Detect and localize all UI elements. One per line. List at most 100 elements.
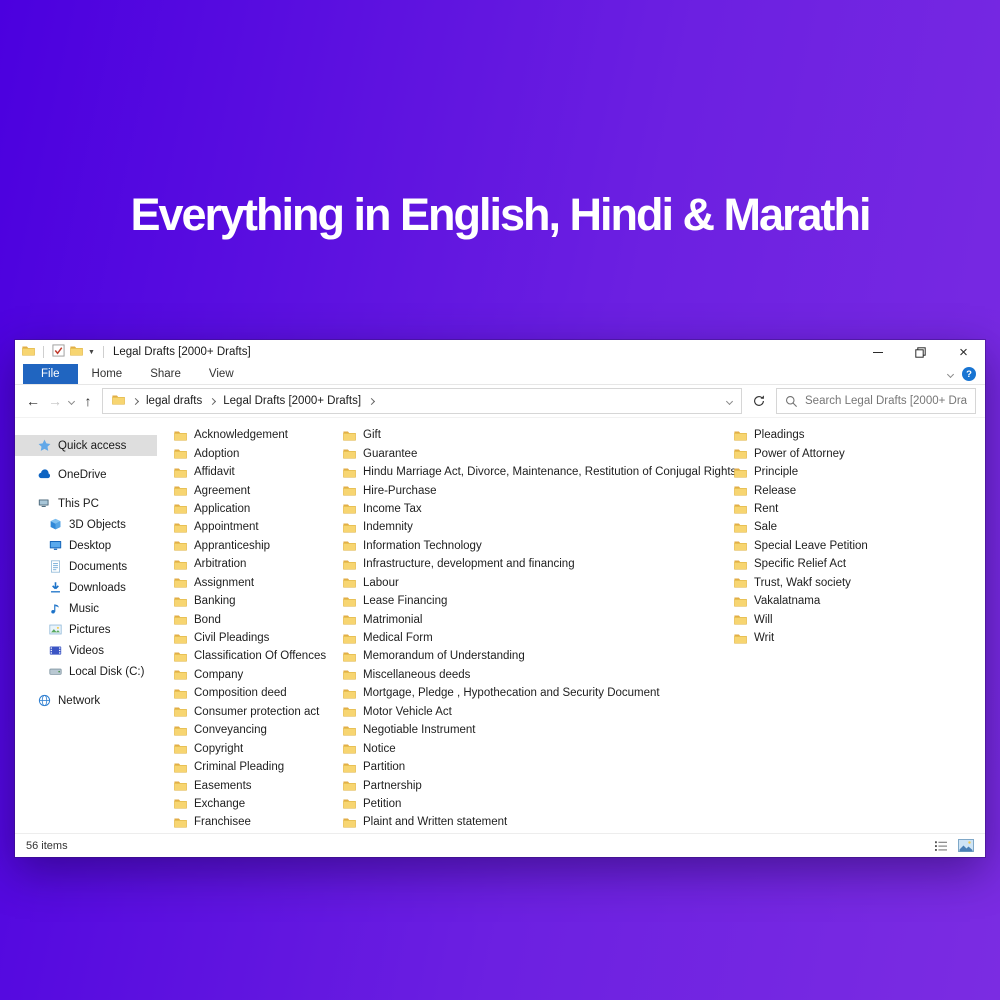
sidebar-item-local-disk[interactable]: Local Disk (C:) xyxy=(15,661,157,682)
up-button[interactable]: ↑ xyxy=(80,394,96,408)
breadcrumb-separator-icon[interactable] xyxy=(368,397,375,404)
qat-properties-icon[interactable] xyxy=(52,344,65,360)
folder-item[interactable]: Composition deed xyxy=(157,684,320,702)
folder-icon xyxy=(734,614,747,625)
details-view-icon[interactable] xyxy=(934,840,948,852)
folder-item[interactable]: Civil Pleadings xyxy=(157,629,320,647)
expand-ribbon-icon[interactable] xyxy=(947,370,954,377)
app-folder-icon[interactable] xyxy=(22,345,35,359)
restore-button[interactable] xyxy=(899,340,942,364)
breadcrumb-segment[interactable]: legal drafts xyxy=(146,395,202,407)
folder-item[interactable]: Franchisee xyxy=(157,813,320,831)
close-button[interactable]: × xyxy=(942,340,985,364)
address-bar[interactable]: legal drafts Legal Drafts [2000+ Drafts] xyxy=(102,388,742,414)
large-icons-view-icon[interactable] xyxy=(958,839,974,852)
folder-item[interactable]: Vakalatnama xyxy=(717,592,897,610)
folder-item[interactable]: Appranticeship xyxy=(157,537,320,555)
tab-file[interactable]: File xyxy=(23,364,78,384)
sidebar-item-desktop[interactable]: Desktop xyxy=(15,535,157,556)
folder-item[interactable]: Adoption xyxy=(157,444,320,462)
search-input[interactable] xyxy=(805,395,967,407)
breadcrumb-separator-icon[interactable] xyxy=(132,397,139,404)
address-dropdown-icon[interactable] xyxy=(726,397,733,404)
folder-item[interactable]: Copyright xyxy=(157,739,320,757)
sidebar-item-documents[interactable]: Documents xyxy=(15,556,157,577)
folder-item[interactable]: Hindu Marriage Act, Divorce, Maintenance… xyxy=(326,463,726,481)
folder-item[interactable]: Will xyxy=(717,610,897,628)
folder-item[interactable]: Lease Financing xyxy=(326,592,726,610)
help-icon[interactable]: ? xyxy=(962,367,976,381)
folder-item[interactable]: Pleadings xyxy=(717,426,897,444)
tab-home[interactable]: Home xyxy=(78,364,137,384)
breadcrumb-separator-icon[interactable] xyxy=(209,397,216,404)
folder-item[interactable]: Bond xyxy=(157,610,320,628)
folder-item[interactable]: Assignment xyxy=(157,574,320,592)
sidebar-item-downloads[interactable]: Downloads xyxy=(15,577,157,598)
folder-item[interactable]: Mortgage, Pledge , Hypothecation and Sec… xyxy=(326,684,726,702)
tab-share[interactable]: Share xyxy=(136,364,195,384)
folder-item[interactable]: Information Technology xyxy=(326,537,726,555)
folder-item[interactable]: Labour xyxy=(326,574,726,592)
folder-item[interactable]: Guarantee xyxy=(326,444,726,462)
folder-item[interactable]: Petition xyxy=(326,795,726,813)
folder-item[interactable]: Memorandum of Understanding xyxy=(326,647,726,665)
folder-item[interactable]: Negotiable Instrument xyxy=(326,721,726,739)
sidebar-item-videos[interactable]: Videos xyxy=(15,640,157,661)
folder-item[interactable]: Hire-Purchase xyxy=(326,481,726,499)
sidebar-item-3d-objects[interactable]: 3D Objects xyxy=(15,514,157,535)
folder-item[interactable]: Agreement xyxy=(157,481,320,499)
folder-item[interactable]: Plaint and Written statement xyxy=(326,813,726,831)
refresh-button[interactable] xyxy=(748,394,770,408)
sidebar-item-pictures[interactable]: Pictures xyxy=(15,619,157,640)
folder-item[interactable]: Conveyancing xyxy=(157,721,320,739)
folder-item[interactable]: Writ xyxy=(717,629,897,647)
sidebar-item-onedrive[interactable]: OneDrive xyxy=(15,464,157,485)
minimize-button[interactable] xyxy=(856,340,899,364)
folder-item[interactable]: Specific Relief Act xyxy=(717,555,897,573)
folder-item[interactable]: Criminal Pleading xyxy=(157,758,320,776)
folder-item[interactable]: Classification Of Offences xyxy=(157,647,320,665)
folder-icon xyxy=(343,485,356,496)
folder-item[interactable]: Rent xyxy=(717,500,897,518)
folder-item[interactable]: Indemnity xyxy=(326,518,726,536)
folder-item[interactable]: Notice xyxy=(326,739,726,757)
back-button[interactable]: ← xyxy=(25,394,41,408)
folder-item[interactable]: Banking xyxy=(157,592,320,610)
folder-item[interactable]: Sale xyxy=(717,518,897,536)
folder-item[interactable]: Exchange xyxy=(157,795,320,813)
qat-new-folder-icon[interactable] xyxy=(70,345,83,359)
folder-icon xyxy=(174,725,187,736)
folder-item[interactable]: Acknowledgement xyxy=(157,426,320,444)
folder-item[interactable]: Arbitration xyxy=(157,555,320,573)
folder-item[interactable]: Partition xyxy=(326,758,726,776)
sidebar-item-music[interactable]: Music xyxy=(15,598,157,619)
folder-item[interactable]: Special Leave Petition xyxy=(717,537,897,555)
folder-item[interactable]: Consumer protection act xyxy=(157,703,320,721)
folder-item[interactable]: Partnership xyxy=(326,776,726,794)
recent-locations-icon[interactable] xyxy=(68,397,75,404)
sidebar-item-quick-access[interactable]: Quick access xyxy=(15,435,157,456)
folder-item[interactable]: Income Tax xyxy=(326,500,726,518)
folder-item[interactable]: Principle xyxy=(717,463,897,481)
folder-item[interactable]: Motor Vehicle Act xyxy=(326,703,726,721)
search-box[interactable] xyxy=(776,388,976,414)
folder-item[interactable]: Matrimonial xyxy=(326,610,726,628)
tab-view[interactable]: View xyxy=(195,364,248,384)
qat-customize-icon[interactable]: ▼ xyxy=(88,349,95,356)
folder-item[interactable]: Appointment xyxy=(157,518,320,536)
sidebar-item-network[interactable]: Network xyxy=(15,690,157,711)
folder-item[interactable]: Infrastructure, development and financin… xyxy=(326,555,726,573)
sidebar-item-this-pc[interactable]: This PC xyxy=(15,493,157,514)
folder-item[interactable]: Company xyxy=(157,666,320,684)
folder-item[interactable]: Affidavit xyxy=(157,463,320,481)
folder-item[interactable]: Power of Attorney xyxy=(717,444,897,462)
folder-item[interactable]: Application xyxy=(157,500,320,518)
folder-item[interactable]: Easements xyxy=(157,776,320,794)
breadcrumb-segment[interactable]: Legal Drafts [2000+ Drafts] xyxy=(223,395,361,407)
folder-item[interactable]: Gift xyxy=(326,426,726,444)
forward-button[interactable]: → xyxy=(47,394,63,408)
folder-item[interactable]: Trust, Wakf society xyxy=(717,574,897,592)
folder-item[interactable]: Release xyxy=(717,481,897,499)
folder-item[interactable]: Medical Form xyxy=(326,629,726,647)
folder-item[interactable]: Miscellaneous deeds xyxy=(326,666,726,684)
